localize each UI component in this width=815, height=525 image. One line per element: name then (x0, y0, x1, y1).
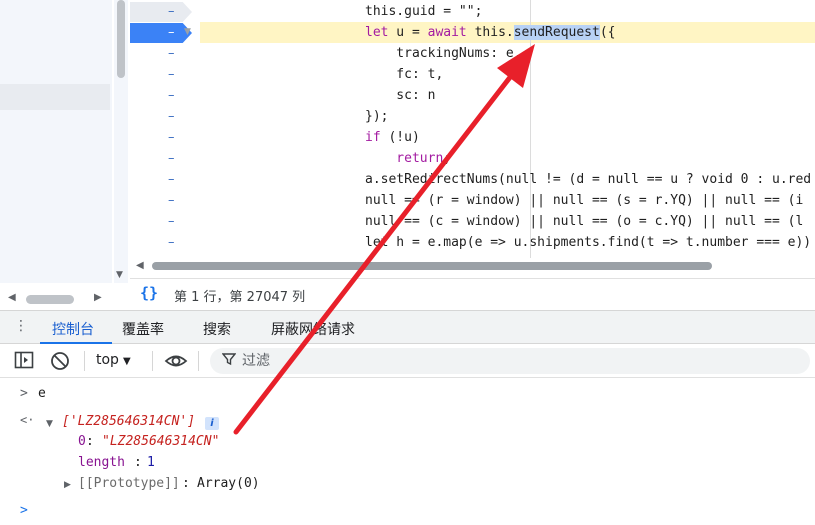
property-key: [[Prototype]] (78, 476, 180, 491)
console-output: > e <· ▼ ['LZ285646314CN'] i 0 : "LZ2856… (0, 379, 815, 525)
array-item-row: 0 : "LZ285646314CN" (0, 433, 815, 455)
property-key: length (78, 455, 125, 470)
code-scroll-thumb[interactable] (152, 262, 712, 270)
context-value: top (96, 352, 119, 368)
property-value: "LZ285646314CN" (102, 434, 220, 449)
console-input-line: > e (0, 385, 815, 407)
code-fragment: (!u) (380, 130, 420, 145)
scroll-left-arrow-icon[interactable]: ◀ (8, 292, 16, 303)
navigator-scroll-thumb[interactable] (117, 0, 125, 78)
live-expression-eye-icon[interactable] (164, 351, 188, 375)
info-icon[interactable]: i (205, 417, 219, 430)
filter-input[interactable] (242, 351, 782, 371)
property-value: 1 (147, 455, 155, 470)
keyword: return (365, 151, 444, 166)
tab-network-request-blocking[interactable]: 屏蔽网络请求 (271, 319, 355, 339)
code-line: sc: n (365, 88, 436, 103)
result-arrow-icon: <· (20, 413, 35, 427)
selected-identifier[interactable]: sendRequest (513, 25, 600, 40)
navigator-horizontal-scrollbar[interactable]: ◀ ▶ (0, 290, 112, 310)
gutter-dash[interactable]: – (130, 232, 200, 253)
length-row: length : 1 (0, 454, 815, 476)
property-value: Array(0) (197, 476, 260, 491)
keyword: if (365, 130, 381, 145)
navigator-hscroll-thumb[interactable] (26, 295, 74, 304)
expand-triangle-icon[interactable]: ▼ (46, 419, 53, 429)
code-fragment: ; (443, 151, 452, 166)
prototype-row[interactable]: ▶ [[Prototype]] : Array(0) (0, 475, 815, 497)
console-toolbar: top ▼ (0, 344, 815, 378)
property-key: 0 (78, 434, 86, 449)
gutter-dash[interactable]: – (130, 22, 200, 43)
input-prompt-icon[interactable]: > (20, 503, 28, 518)
clear-console-icon[interactable] (50, 351, 70, 375)
drawer-tab-bar: ⋮ 控制台 覆盖率 搜索 屏蔽网络请求 (0, 310, 815, 344)
code-editor[interactable]: this.guid = ""; let u = await this.sendR… (200, 0, 815, 258)
scroll-right-arrow-icon[interactable]: ▶ (94, 292, 102, 303)
scroll-down-arrow-icon[interactable]: ▼ (116, 270, 123, 280)
toolbar-separator (198, 351, 199, 371)
code-line: let h = e.map(e => u.shipments.find(t =>… (365, 235, 812, 250)
code-line: return; (365, 148, 451, 169)
gutter-dash[interactable]: – (130, 1, 200, 22)
code-fragment: this. (466, 25, 514, 40)
gutter-dash[interactable]: – (130, 43, 200, 64)
scroll-left-arrow-icon[interactable]: ◀ (136, 260, 144, 271)
gutter-dash[interactable]: – (130, 127, 200, 148)
navigator-selected-row[interactable] (0, 84, 110, 110)
code-fragment: u = (388, 25, 428, 40)
code-line: if (!u) (365, 127, 420, 148)
code-line: trackingNums: e, (365, 46, 522, 61)
more-menu-icon[interactable]: ⋮ (14, 318, 28, 334)
gutter-dash[interactable]: – (130, 148, 200, 169)
code-line: null == (c = window) || null == (o = c.Y… (365, 214, 804, 229)
colon: : (86, 434, 102, 449)
code-fragment: ({ (599, 25, 616, 40)
expand-right-triangle-icon[interactable]: ▶ (64, 480, 71, 490)
navigator-vertical-scrollbar[interactable]: ▼ (114, 0, 128, 283)
console-prompt-line[interactable]: > (0, 503, 815, 525)
code-line: fc: t, (365, 67, 444, 82)
gutter-dash[interactable]: – (130, 85, 200, 106)
tab-coverage[interactable]: 覆盖率 (122, 319, 164, 339)
code-line-paused: let u = await this.sendRequest({ (365, 22, 615, 43)
toolbar-separator (84, 351, 85, 371)
sources-panel: ▼ ▼ this.guid = ""; let u = await this.s… (0, 0, 815, 310)
colon: : (182, 476, 198, 491)
code-line: a.setRedirectNums(null != (d = null == u… (365, 172, 812, 187)
tab-console[interactable]: 控制台 (52, 319, 94, 339)
gutter-dash[interactable]: – (130, 64, 200, 85)
array-summary[interactable]: ['LZ285646314CN'] (62, 414, 195, 429)
code-line: null == (r = window) || null == (s = r.Y… (365, 193, 804, 208)
file-navigator-pane[interactable] (0, 0, 112, 283)
code-line: }); (365, 109, 389, 124)
gutter-dash[interactable]: – (130, 190, 200, 211)
execution-context-select[interactable]: top ▼ (96, 352, 131, 368)
code-horizontal-scrollbar[interactable]: ◀ (130, 258, 815, 276)
sidebar-toggle-icon[interactable] (14, 351, 34, 373)
keyword: let (365, 25, 389, 40)
tab-search[interactable]: 搜索 (203, 319, 231, 339)
console-result-line[interactable]: <· ▼ ['LZ285646314CN'] i (0, 413, 815, 435)
keyword: await (427, 25, 467, 40)
editor-status-bar: {} 第 1 行，第 27047 列 (130, 278, 815, 310)
console-input-expression: e (38, 386, 46, 401)
filter-funnel-icon (221, 352, 237, 370)
cursor-position: 第 1 行，第 27047 列 (174, 290, 306, 305)
gutter-dash[interactable]: – (130, 106, 200, 127)
gutter-dash[interactable]: – (130, 211, 200, 232)
pretty-print-icon[interactable]: {} (140, 284, 158, 302)
toolbar-separator (152, 351, 153, 371)
chevron-down-icon: ▼ (122, 356, 131, 367)
gutter-dash[interactable]: – (130, 169, 200, 190)
input-prompt-icon: > (20, 386, 28, 401)
filter-field[interactable] (210, 348, 810, 374)
code-line: this.guid = ""; (365, 4, 483, 19)
